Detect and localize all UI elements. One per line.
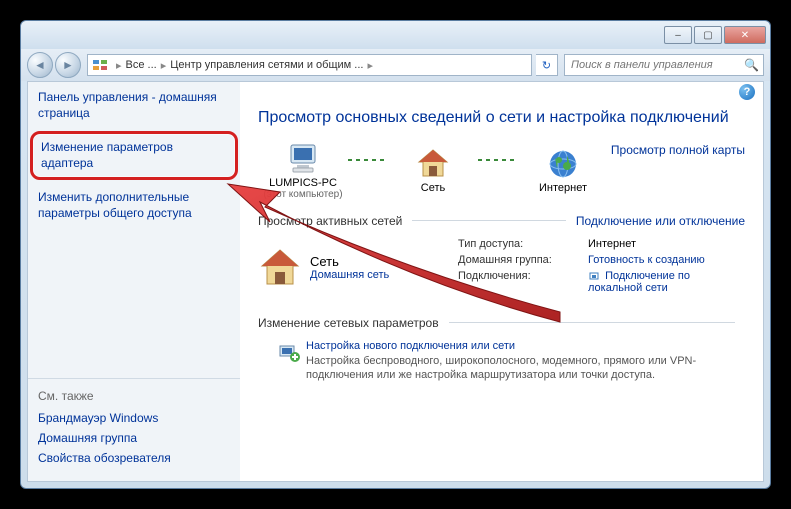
- navbar: ◄ ► ▸ Все ... ▸ Центр управления сетями …: [21, 49, 770, 81]
- address-bar[interactable]: ▸ Все ... ▸ Центр управления сетями и об…: [87, 54, 532, 76]
- connections-label: Подключения:: [458, 270, 588, 294]
- house-icon: [258, 246, 302, 290]
- connection-link[interactable]: Подключение по локальной сети: [588, 270, 745, 294]
- access-type-label: Тип доступа:: [458, 238, 588, 250]
- close-button[interactable]: ✕: [724, 26, 766, 44]
- connect-disconnect-link[interactable]: Подключение или отключение: [576, 214, 745, 228]
- new-connection-desc: Настройка беспроводного, широкополосного…: [306, 355, 696, 381]
- help-icon[interactable]: ?: [739, 84, 755, 100]
- breadcrumb-segment[interactable]: Центр управления сетями и общим ...: [170, 59, 363, 71]
- house-icon: [415, 148, 451, 180]
- minimize-button[interactable]: –: [664, 26, 692, 44]
- connection-line: [348, 159, 388, 161]
- search-box[interactable]: 🔍: [564, 54, 764, 76]
- network-name: Сеть: [310, 254, 389, 269]
- new-connection-title[interactable]: Настройка нового подключения или сети: [306, 340, 745, 352]
- computer-icon: [285, 143, 321, 175]
- globe-icon: [545, 148, 581, 180]
- control-panel-icon: [92, 57, 108, 73]
- network-node[interactable]: Сеть: [388, 148, 478, 194]
- advanced-sharing-link[interactable]: Изменить дополнительные параметры общего…: [38, 190, 230, 221]
- connection-line: [478, 159, 518, 161]
- active-networks-header: Просмотр активных сетей Подключение или …: [258, 214, 745, 228]
- refresh-button[interactable]: ↻: [536, 54, 558, 76]
- search-icon: 🔍: [744, 58, 759, 72]
- change-settings-section: Изменение сетевых параметров: [258, 316, 745, 383]
- main-panel: ? Просмотр основных сведений о сети и на…: [240, 82, 763, 481]
- chevron-icon: ▸: [161, 59, 167, 72]
- ethernet-icon: [588, 270, 600, 282]
- sidebar: Панель управления - домашняя страница Из…: [28, 82, 240, 481]
- titlebar: – ▢ ✕: [21, 21, 770, 49]
- new-connection-icon: [278, 340, 302, 364]
- search-input[interactable]: [569, 58, 740, 72]
- view-full-map-link[interactable]: Просмотр полной карты: [611, 143, 745, 157]
- page-title: Просмотр основных сведений о сети и наст…: [258, 108, 745, 129]
- content-area: Панель управления - домашняя страница Из…: [27, 81, 764, 482]
- chevron-icon: ▸: [367, 59, 373, 72]
- internet-options-link[interactable]: Свойства обозревателя: [38, 451, 230, 465]
- network-type-link[interactable]: Домашняя сеть: [310, 269, 389, 281]
- chevron-icon: ▸: [116, 59, 122, 72]
- control-panel-window: – ▢ ✕ ◄ ► ▸ Все ... ▸ Центр управления с…: [20, 20, 771, 489]
- see-also-section: См. также Брандмауэр Windows Домашняя гр…: [28, 378, 240, 481]
- homegroup-link[interactable]: Домашняя группа: [38, 431, 230, 445]
- see-also-title: См. также: [38, 389, 230, 403]
- highlight-annotation: Изменение параметров адаптера: [30, 131, 238, 180]
- internet-node[interactable]: Интернет: [518, 148, 608, 194]
- back-button[interactable]: ◄: [27, 52, 53, 78]
- change-adapter-settings-link[interactable]: Изменение параметров адаптера: [41, 140, 227, 171]
- forward-button[interactable]: ►: [55, 52, 81, 78]
- network-map: LUMPICS-PC (этот компьютер) Сеть: [258, 143, 745, 200]
- new-connection-item[interactable]: Настройка нового подключения или сети На…: [278, 340, 745, 383]
- control-panel-home-link[interactable]: Панель управления - домашняя страница: [38, 90, 230, 121]
- firewall-link[interactable]: Брандмауэр Windows: [38, 411, 230, 425]
- active-network-row: Сеть Домашняя сеть Тип доступа: Интернет…: [258, 238, 745, 298]
- this-computer-node[interactable]: LUMPICS-PC (этот компьютер): [258, 143, 348, 200]
- homegroup-label: Домашняя группа:: [458, 254, 588, 266]
- homegroup-link[interactable]: Готовность к созданию: [588, 254, 745, 266]
- maximize-button[interactable]: ▢: [694, 26, 722, 44]
- breadcrumb-segment[interactable]: Все ...: [126, 59, 157, 71]
- access-type-value: Интернет: [588, 238, 745, 250]
